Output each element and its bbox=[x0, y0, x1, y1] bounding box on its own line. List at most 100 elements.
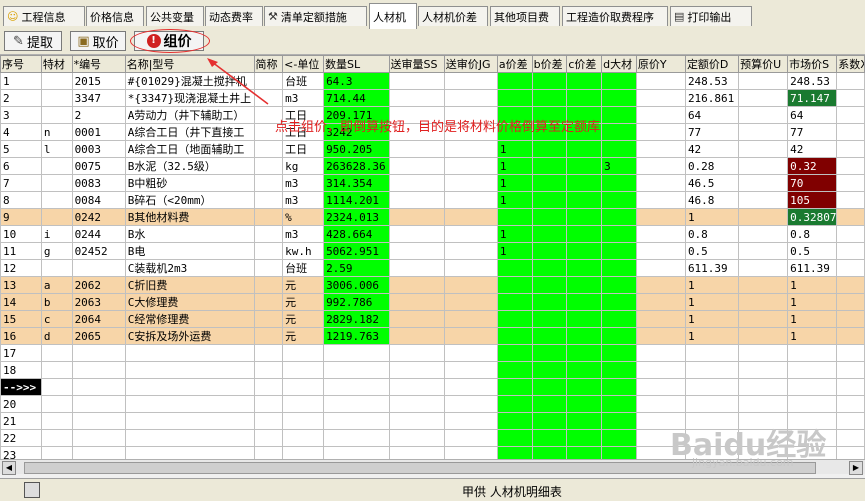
grid-cell[interactable] bbox=[282, 344, 325, 362]
grid-cell[interactable] bbox=[601, 293, 637, 311]
grid-cell[interactable] bbox=[388, 293, 445, 311]
grid-cell[interactable] bbox=[836, 242, 865, 260]
grid-cell[interactable] bbox=[684, 344, 740, 362]
tab-5[interactable]: 人材机 bbox=[369, 3, 417, 29]
grid-cell[interactable] bbox=[40, 106, 73, 124]
grid-cell[interactable]: 0.328077 bbox=[787, 208, 838, 226]
grid-cell[interactable] bbox=[496, 208, 533, 226]
table-row[interactable]: 6 0075 B水泥（32.5级） kg 263628.36 1 3 0.28 0.32 bbox=[0, 157, 865, 175]
grid-cell[interactable] bbox=[787, 344, 838, 362]
grid-cell[interactable]: m3 bbox=[282, 225, 325, 243]
group-price-button[interactable]: ! 组价 bbox=[134, 31, 204, 51]
grid-cell[interactable] bbox=[253, 310, 284, 328]
grid-cell[interactable] bbox=[443, 310, 498, 328]
grid-cell[interactable] bbox=[531, 429, 568, 447]
scroll-left-icon[interactable]: ◀ bbox=[2, 461, 16, 475]
grid-cell[interactable] bbox=[388, 378, 445, 396]
grid-cell[interactable] bbox=[40, 446, 73, 460]
grid-cell[interactable] bbox=[635, 395, 686, 413]
grid-cell[interactable] bbox=[531, 259, 568, 277]
grid-cell[interactable] bbox=[635, 242, 686, 260]
grid-cell[interactable] bbox=[738, 225, 789, 243]
grid-cell[interactable] bbox=[738, 344, 789, 362]
grid-cell[interactable] bbox=[71, 395, 126, 413]
tab-2[interactable]: 公共变量 bbox=[146, 6, 204, 26]
grid-cell[interactable] bbox=[787, 395, 838, 413]
grid-cell[interactable]: 611.39 bbox=[684, 259, 740, 277]
grid-cell[interactable] bbox=[836, 174, 865, 192]
grid-cell[interactable] bbox=[496, 293, 533, 311]
grid-cell[interactable] bbox=[388, 276, 445, 294]
column-header[interactable]: 定额价D bbox=[684, 55, 740, 73]
grid-cell[interactable]: 428.664 bbox=[323, 225, 390, 243]
grid-cell[interactable]: 1 bbox=[684, 276, 740, 294]
grid-cell[interactable] bbox=[566, 157, 603, 175]
grid-cell[interactable]: 1 bbox=[0, 72, 42, 90]
grid-cell[interactable]: 1 bbox=[684, 293, 740, 311]
column-header[interactable]: *编号 bbox=[71, 55, 126, 73]
table-row[interactable]: 7 0083 B中粗砂 m3 314.354 1 46.5 70 bbox=[0, 174, 865, 192]
grid-cell[interactable] bbox=[253, 378, 284, 396]
grid-cell[interactable] bbox=[282, 378, 325, 396]
column-header[interactable]: <-单位 bbox=[282, 55, 325, 73]
grid-cell[interactable] bbox=[684, 395, 740, 413]
grid-cell[interactable] bbox=[71, 412, 126, 430]
grid-cell[interactable]: b bbox=[40, 293, 73, 311]
grid-cell[interactable] bbox=[496, 361, 533, 379]
grid-cell[interactable] bbox=[635, 140, 686, 158]
grid-cell[interactable] bbox=[836, 276, 865, 294]
grid-cell[interactable] bbox=[388, 208, 445, 226]
grid-cell[interactable]: 263628.36 bbox=[323, 157, 390, 175]
grid-cell[interactable] bbox=[836, 446, 865, 460]
scroll-right-icon[interactable]: ▶ bbox=[849, 461, 863, 475]
grid-cell[interactable]: #{01029}混凝土搅拌机 bbox=[124, 72, 255, 90]
grid-cell[interactable] bbox=[531, 140, 568, 158]
grid-cell[interactable]: 1 bbox=[496, 225, 533, 243]
grid-cell[interactable]: C大修理费 bbox=[124, 293, 255, 311]
printer-icon[interactable] bbox=[24, 482, 40, 498]
grid-cell[interactable] bbox=[40, 208, 73, 226]
grid-cell[interactable]: B水 bbox=[124, 225, 255, 243]
grid-cell[interactable] bbox=[496, 327, 533, 345]
grid-cell[interactable] bbox=[71, 344, 126, 362]
grid-cell[interactable] bbox=[282, 412, 325, 430]
column-header[interactable]: 市场价S bbox=[787, 55, 838, 73]
grid-cell[interactable]: A综合工日（地面辅助工 bbox=[124, 140, 255, 158]
grid-cell[interactable]: 台班 bbox=[282, 259, 325, 277]
grid-cell[interactable] bbox=[836, 344, 865, 362]
grid-cell[interactable] bbox=[635, 191, 686, 209]
grid-cell[interactable]: kg bbox=[282, 157, 325, 175]
column-header[interactable]: 送审价JG bbox=[443, 55, 498, 73]
grid-cell[interactable] bbox=[836, 106, 865, 124]
grid-cell[interactable] bbox=[738, 327, 789, 345]
grid-cell[interactable] bbox=[124, 395, 255, 413]
grid-cell[interactable] bbox=[635, 157, 686, 175]
grid-cell[interactable]: 0.32 bbox=[787, 157, 838, 175]
grid-cell[interactable] bbox=[566, 140, 603, 158]
grid-cell[interactable]: 4 bbox=[0, 123, 42, 141]
grid-cell[interactable]: 元 bbox=[282, 276, 325, 294]
grid-cell[interactable] bbox=[601, 89, 637, 107]
grid-cell[interactable]: C装载机2m3 bbox=[124, 259, 255, 277]
grid-cell[interactable] bbox=[635, 327, 686, 345]
grid-cell[interactable] bbox=[738, 293, 789, 311]
grid-cell[interactable] bbox=[388, 344, 445, 362]
grid-cell[interactable] bbox=[253, 208, 284, 226]
grid-cell[interactable]: 3006.006 bbox=[323, 276, 390, 294]
grid-cell[interactable]: 1 bbox=[787, 327, 838, 345]
grid-cell[interactable]: -->>> bbox=[0, 378, 42, 396]
grid-cell[interactable]: 9 bbox=[0, 208, 42, 226]
grid-cell[interactable] bbox=[531, 344, 568, 362]
grid-cell[interactable] bbox=[124, 412, 255, 430]
table-row[interactable]: 2 3347 *{3347}现浇混凝土井上 m3 714.44 216.861 71.147 bbox=[0, 89, 865, 107]
grid-cell[interactable] bbox=[531, 395, 568, 413]
grid-cell[interactable] bbox=[738, 191, 789, 209]
grid-cell[interactable]: 248.53 bbox=[787, 72, 838, 90]
grid-cell[interactable] bbox=[531, 310, 568, 328]
grid-cell[interactable] bbox=[531, 446, 568, 460]
tab-8[interactable]: 工程造价取费程序 bbox=[562, 6, 668, 26]
grid-cell[interactable]: 1 bbox=[684, 310, 740, 328]
grid-cell[interactable]: 工日 bbox=[282, 140, 325, 158]
grid-cell[interactable] bbox=[566, 276, 603, 294]
grid-cell[interactable] bbox=[253, 242, 284, 260]
